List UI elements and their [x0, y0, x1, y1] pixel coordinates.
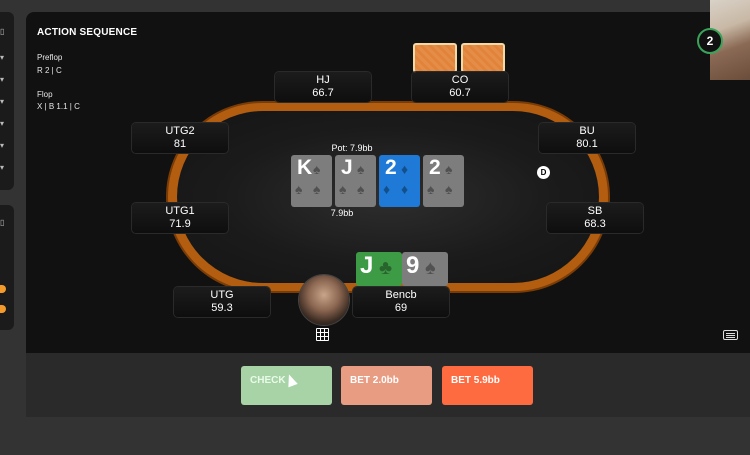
spade-icon: ♠	[339, 181, 347, 197]
status-dot-icon	[0, 285, 6, 293]
flop-label: Flop	[37, 90, 53, 99]
club-icon: ♣	[379, 257, 393, 279]
board-card-3: 2 ♦ ♦ ♦	[379, 155, 420, 207]
card-rank: 2	[385, 156, 397, 179]
chevron-down-icon[interactable]: ▾	[0, 54, 6, 62]
card-back	[413, 43, 457, 73]
seat-stack: 80.1	[576, 138, 598, 150]
action-sequence-title: ACTION SEQUENCE	[37, 27, 138, 38]
seat-stack: 66.7	[312, 87, 334, 99]
chevron-down-icon[interactable]: ▾	[0, 76, 6, 84]
seat-position: HJ	[316, 74, 330, 86]
card-rank: K	[297, 156, 313, 179]
preflop-actions: R 2 | C	[37, 66, 62, 75]
card-rank: J	[360, 252, 374, 279]
seat-stack: 71.9	[169, 218, 191, 230]
seat-stack: 59.3	[211, 302, 233, 314]
card-rank: J	[341, 156, 353, 179]
spade-icon: ♠	[427, 181, 435, 197]
seat-co[interactable]: CO 60.7	[412, 72, 508, 102]
pot-amount: 7.9bb	[330, 208, 354, 218]
diamond-icon: ♦	[383, 181, 391, 197]
grid-icon[interactable]	[316, 328, 329, 341]
hero-name: Bencb	[385, 289, 417, 301]
flop-actions: X | B 1.1 | C	[37, 102, 80, 111]
spade-icon: ♠	[357, 181, 365, 197]
sidebar-icon[interactable]: ▯	[0, 28, 6, 36]
spade-icon: ♠	[445, 181, 453, 197]
card-back	[461, 43, 505, 73]
dealer-button: D	[537, 166, 550, 179]
chevron-down-icon[interactable]: ▾	[0, 98, 6, 106]
seat-utg1[interactable]: UTG1 71.9	[132, 203, 228, 233]
seat-utg2[interactable]: UTG2 81	[132, 123, 228, 153]
seat-position: UTG2	[165, 125, 195, 137]
board-card-4: 2 ♠ ♠ ♠	[423, 155, 464, 207]
bet-small-button[interactable]: BET 2.0bb	[341, 366, 432, 405]
seat-sb[interactable]: SB 68.3	[547, 203, 643, 233]
seat-position: SB	[587, 205, 603, 217]
sidebar-icon[interactable]: ▯	[0, 219, 6, 227]
check-button[interactable]: CHECK	[241, 366, 332, 405]
timer-badge: 2	[697, 28, 723, 54]
seat-stack: 60.7	[449, 87, 471, 99]
chevron-down-icon[interactable]: ▾	[0, 142, 6, 150]
board-card-2: J ♠ ♠ ♠	[335, 155, 376, 207]
spade-icon: ♠	[313, 181, 321, 197]
seat-utg[interactable]: UTG 59.3	[174, 287, 270, 317]
bet-large-button[interactable]: BET 5.9bb	[442, 366, 533, 405]
seat-bu[interactable]: BU 80.1	[539, 123, 635, 153]
avatar	[299, 275, 349, 325]
hero-stack: 69	[394, 302, 408, 314]
spade-icon: ♠	[313, 161, 321, 177]
spade-icon: ♠	[357, 161, 365, 177]
chevron-down-icon[interactable]: ▾	[0, 164, 6, 172]
pot-label: Pot: 7.9bb	[331, 143, 373, 153]
seat-position: CO	[451, 74, 469, 86]
status-dot-icon	[0, 305, 6, 313]
spade-icon: ♠	[445, 161, 453, 177]
seat-position: UTG1	[165, 205, 195, 217]
seat-position: BU	[579, 125, 595, 137]
preflop-label: Preflop	[37, 53, 63, 62]
seat-hj[interactable]: HJ 66.7	[275, 72, 371, 102]
diamond-icon: ♦	[401, 181, 409, 197]
seat-stack: 68.3	[584, 218, 606, 230]
seat-stack: 81	[173, 138, 187, 150]
hero-card-2: 9 ♠	[402, 252, 448, 286]
card-rank: 2	[429, 156, 441, 179]
card-rank: 9	[406, 252, 420, 279]
diamond-icon: ♦	[401, 161, 409, 177]
spade-icon: ♠	[295, 181, 303, 197]
spade-icon: ♠	[425, 257, 436, 279]
left-sidebar-panel: ▯ ▾ ▾ ▾ ▾ ▾ ▾	[0, 12, 14, 190]
seat-hero[interactable]: Bencb 69	[353, 287, 449, 317]
keyboard-icon[interactable]	[723, 330, 738, 340]
chevron-down-icon[interactable]: ▾	[0, 120, 6, 128]
seat-position: UTG	[210, 289, 234, 301]
left-sidebar-panel-lower: ▯	[0, 205, 14, 330]
hero-card-1: J ♣	[356, 252, 402, 286]
board-card-1: K ♠ ♠ ♠	[291, 155, 332, 207]
